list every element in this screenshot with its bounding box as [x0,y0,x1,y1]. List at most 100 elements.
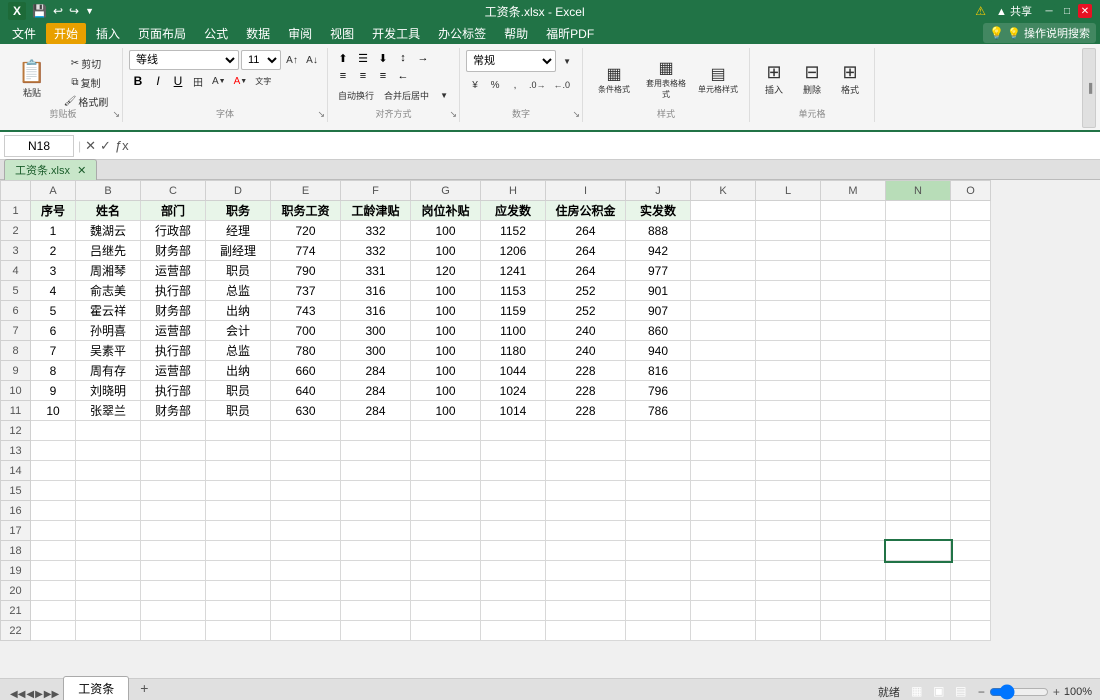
menu-item-developer[interactable]: 开发工具 [364,23,428,44]
cell-D9[interactable]: 出纳 [206,361,271,381]
close-btn[interactable]: ✕ [1078,4,1092,18]
cell-D1[interactable]: 职务 [206,201,271,221]
cell-E1[interactable]: 职务工资 [271,201,341,221]
cell-N7[interactable] [886,321,951,341]
cell-M13[interactable] [821,441,886,461]
cell-I7[interactable]: 240 [546,321,626,341]
cell-D4[interactable]: 职员 [206,261,271,281]
cell-D17[interactable] [206,521,271,541]
cell-O11[interactable] [951,401,991,421]
cell-I22[interactable] [546,621,626,641]
cell-N8[interactable] [886,341,951,361]
cell-N3[interactable] [886,241,951,261]
cell-I3[interactable]: 264 [546,241,626,261]
cell-K20[interactable] [691,581,756,601]
cell-E20[interactable] [271,581,341,601]
cell-H2[interactable]: 1152 [481,221,546,241]
insert-function-btn[interactable]: ƒx [115,138,129,153]
cell-A15[interactable] [31,481,76,501]
cell-J15[interactable] [626,481,691,501]
cell-F19[interactable] [341,561,411,581]
cell-O8[interactable] [951,341,991,361]
cell-N11[interactable] [886,401,951,421]
row-header-16[interactable]: 16 [1,501,31,521]
add-sheet-btn[interactable]: + [131,676,157,700]
bold-btn[interactable]: B [129,72,147,90]
cell-J16[interactable] [626,501,691,521]
cell-L18[interactable] [756,541,821,561]
cell-K4[interactable] [691,261,756,281]
cell-L5[interactable] [756,281,821,301]
cell-I20[interactable] [546,581,626,601]
cell-J21[interactable] [626,601,691,621]
cell-M17[interactable] [821,521,886,541]
cell-F16[interactable] [341,501,411,521]
cell-D7[interactable]: 会计 [206,321,271,341]
format-btn[interactable]: ⊞ 格式 [832,50,868,108]
col-header-F[interactable]: F [341,181,411,201]
cell-O3[interactable] [951,241,991,261]
cell-M14[interactable] [821,461,886,481]
cell-A17[interactable] [31,521,76,541]
cell-B17[interactable] [76,521,141,541]
cell-I12[interactable] [546,421,626,441]
align-top-btn[interactable]: ⬆ [334,50,352,66]
percent-btn[interactable]: % [486,76,504,94]
quick-redo[interactable]: ↪ [69,4,79,18]
cell-A18[interactable] [31,541,76,561]
cell-C20[interactable] [141,581,206,601]
cell-M20[interactable] [821,581,886,601]
row-header-21[interactable]: 21 [1,601,31,621]
cell-B5[interactable]: 俞志美 [76,281,141,301]
cell-D5[interactable]: 总监 [206,281,271,301]
wubi-btn[interactable]: 文字 [252,72,274,90]
cell-D15[interactable] [206,481,271,501]
row-header-14[interactable]: 14 [1,461,31,481]
wrap-text-btn[interactable]: 自动换行 [334,86,378,104]
cell-B20[interactable] [76,581,141,601]
cell-F13[interactable] [341,441,411,461]
cell-I1[interactable]: 住房公积金 [546,201,626,221]
cell-G22[interactable] [411,621,481,641]
cell-F21[interactable] [341,601,411,621]
col-header-B[interactable]: B [76,181,141,201]
cell-F6[interactable]: 316 [341,301,411,321]
cell-N22[interactable] [886,621,951,641]
formula-input[interactable] [133,135,1096,157]
cell-H20[interactable] [481,581,546,601]
cell-F15[interactable] [341,481,411,501]
menu-item-help[interactable]: 帮助 [496,23,536,44]
cell-K3[interactable] [691,241,756,261]
cell-A21[interactable] [31,601,76,621]
cell-I4[interactable]: 264 [546,261,626,281]
cell-E4[interactable]: 790 [271,261,341,281]
col-header-J[interactable]: J [626,181,691,201]
cell-B16[interactable] [76,501,141,521]
cell-F8[interactable]: 300 [341,341,411,361]
view-layout-btn[interactable]: ▣ [930,682,948,700]
cell-M8[interactable] [821,341,886,361]
quick-undo[interactable]: ↩ [53,4,63,18]
cell-D2[interactable]: 经理 [206,221,271,241]
confirm-formula-btn[interactable]: ✓ [100,138,111,154]
cell-C12[interactable] [141,421,206,441]
cell-K6[interactable] [691,301,756,321]
col-header-D[interactable]: D [206,181,271,201]
cell-K2[interactable] [691,221,756,241]
cell-J9[interactable]: 816 [626,361,691,381]
cell-L14[interactable] [756,461,821,481]
number-format-dropdown[interactable]: ▼ [558,52,576,70]
cell-C1[interactable]: 部门 [141,201,206,221]
cell-D11[interactable]: 职员 [206,401,271,421]
cell-L1[interactable] [756,201,821,221]
col-header-O[interactable]: O [951,181,991,201]
cell-G4[interactable]: 120 [411,261,481,281]
cell-A20[interactable] [31,581,76,601]
font-border-btn[interactable]: 田 [189,72,207,90]
col-header-N[interactable]: N [886,181,951,201]
cell-F12[interactable] [341,421,411,441]
cell-F22[interactable] [341,621,411,641]
cell-F17[interactable] [341,521,411,541]
cell-N17[interactable] [886,521,951,541]
cell-J14[interactable] [626,461,691,481]
